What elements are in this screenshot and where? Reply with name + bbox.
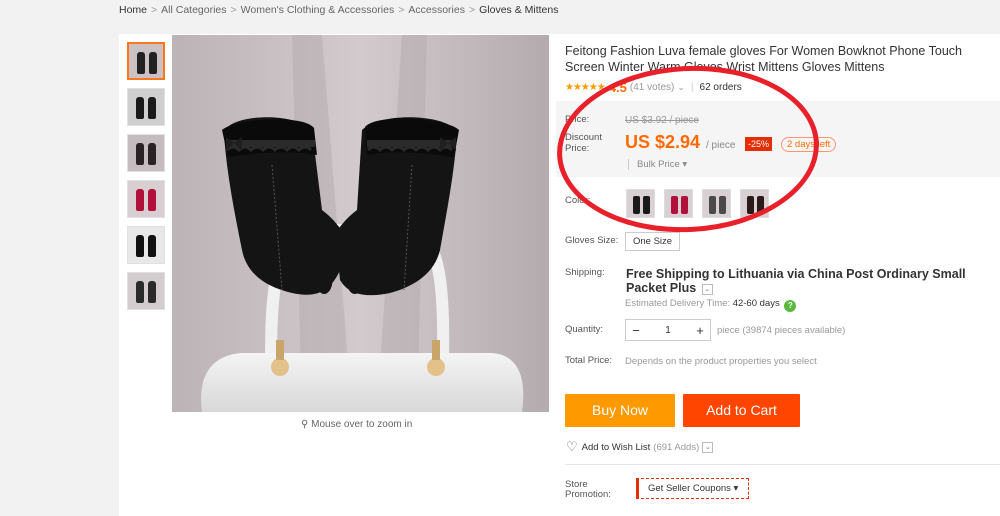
discount-price: US $2.94	[625, 132, 701, 152]
thumbnail-6[interactable]	[127, 272, 165, 310]
color-swatch-glove	[747, 196, 754, 214]
thumbnail-glove	[136, 189, 144, 211]
chevron-down-icon[interactable]: ⌄	[701, 284, 713, 295]
get-seller-coupons-button[interactable]: Get Seller Coupons ▾	[636, 478, 750, 499]
increase-quantity-button[interactable]: +	[690, 323, 710, 338]
available-pieces: piece (39874 pieces available)	[717, 325, 846, 336]
rating-row: ★★★★★ 4.5 (41 votes) ⌄ | 62 orders	[565, 80, 742, 95]
thumbnail-glove	[148, 143, 156, 165]
breadcrumb-all-categories[interactable]: All Categories	[161, 4, 226, 16]
add-to-wishlist-link[interactable]: Add to Wish List	[582, 442, 651, 453]
orders-count: 62 orders	[699, 82, 742, 93]
color-options	[626, 189, 769, 218]
estimated-delivery-label: Estimated Delivery Time:	[625, 298, 731, 309]
chevron-down-icon[interactable]: ⌄	[677, 82, 685, 93]
breadcrumb-accessories[interactable]: Accessories	[408, 4, 465, 16]
breadcrumb-separator: >	[398, 4, 405, 16]
thumbnail-glove	[137, 52, 145, 74]
discount-badge: -25%	[745, 137, 773, 151]
wishlist-adds-count: (691 Adds)	[653, 441, 700, 453]
color-swatch-glove	[633, 196, 640, 214]
buy-now-button[interactable]: Buy Now	[565, 394, 675, 427]
votes-link[interactable]: (41 votes)	[630, 82, 674, 93]
thumbnail-4[interactable]	[127, 180, 165, 218]
breadcrumb-gloves-mittens[interactable]: Gloves & Mittens	[479, 4, 558, 16]
time-left-badge: 2 days left	[781, 137, 837, 152]
thumbnail-glove	[148, 97, 156, 119]
zoom-hint: ⚲ Mouse over to zoom in	[301, 419, 412, 430]
zoom-hint-text: Mouse over to zoom in	[311, 419, 413, 430]
quantity-stepper: − 1 +	[625, 319, 711, 341]
search-icon: ⚲	[301, 419, 309, 430]
price-unit: / piece	[706, 140, 736, 151]
thumbnail-glove	[136, 235, 144, 257]
color-option-red[interactable]	[664, 189, 693, 218]
thumbnail-glove	[149, 52, 157, 74]
color-option-coffee[interactable]	[740, 189, 769, 218]
main-product-image[interactable]	[172, 35, 549, 412]
size-option-one-size[interactable]: One Size	[625, 232, 681, 251]
discount-price-label-line2: Price:	[565, 143, 590, 154]
divider: |	[690, 82, 694, 93]
breadcrumb-separator: >	[151, 4, 158, 16]
thumbnail-glove	[136, 97, 144, 119]
color-swatch-glove	[757, 196, 764, 214]
shipping-method: Free Shipping to Lithuania via China Pos…	[626, 267, 1000, 295]
color-option-black[interactable]	[626, 189, 655, 218]
bulk-price-dropdown[interactable]: Bulk Price ▾	[628, 159, 687, 170]
store-promotion-label-line2: Promotion:	[565, 489, 611, 500]
thumbnail-1[interactable]	[127, 42, 165, 80]
shipping-method-text: Free Shipping to Lithuania via China Pos…	[626, 267, 966, 295]
discount-price-label-line1: Discount	[565, 132, 602, 143]
gloves-illustration	[172, 35, 549, 412]
thumbnail-glove	[148, 281, 156, 303]
thumbnail-glove	[148, 189, 156, 211]
decrease-quantity-button[interactable]: −	[626, 323, 646, 338]
price-box	[556, 101, 1000, 177]
color-swatch-glove	[719, 196, 726, 214]
thumbnail-5[interactable]	[127, 226, 165, 264]
rating-value: 4.5	[608, 80, 627, 95]
breadcrumb-separator: >	[230, 4, 237, 16]
color-label: Color:	[565, 195, 591, 206]
product-title: Feitong Fashion Luva female gloves For W…	[565, 44, 962, 74]
shipping-label: Shipping:	[565, 267, 605, 278]
original-price: US $3.92 / piece	[625, 115, 699, 126]
thumbnail-list	[127, 42, 165, 318]
help-icon[interactable]: ?	[784, 300, 797, 312]
add-to-cart-button[interactable]: Add to Cart	[683, 394, 800, 427]
breadcrumb: Home > All Categories > Women's Clothing & A…	[119, 4, 558, 16]
estimated-delivery: Estimated Delivery Time: 42-60 days ?	[625, 298, 797, 312]
breadcrumb-womens-clothing[interactable]: Women's Clothing & Accessories	[241, 4, 395, 16]
heart-icon[interactable]: ♡	[566, 439, 578, 455]
wishlist-row: ♡ Add to Wish List (691 Adds) ⌄	[566, 439, 714, 455]
color-swatch-glove	[643, 196, 650, 214]
thumbnail-glove	[148, 235, 156, 257]
breadcrumb-separator: >	[468, 4, 476, 16]
breadcrumb-home[interactable]: Home	[119, 4, 147, 16]
color-swatch-glove	[681, 196, 688, 214]
chevron-down-icon[interactable]: ⌄	[702, 441, 714, 453]
quantity-input[interactable]: 1	[646, 325, 690, 336]
thumbnail-glove	[136, 143, 144, 165]
color-swatch-glove	[671, 196, 678, 214]
thumbnail-glove	[136, 281, 144, 303]
total-price-description: Depends on the product properties you se…	[625, 356, 817, 367]
estimated-delivery-value: 42-60 days	[732, 298, 780, 309]
thumbnail-2[interactable]	[127, 88, 165, 126]
quantity-label: Quantity:	[565, 324, 604, 335]
size-label: Gloves Size:	[565, 235, 619, 246]
total-price-label: Total Price:	[565, 355, 612, 366]
divider	[565, 464, 1000, 465]
price-label: Price:	[565, 114, 590, 125]
color-swatch-glove	[709, 196, 716, 214]
thumbnail-3[interactable]	[127, 134, 165, 172]
color-option-gray[interactable]	[702, 189, 731, 218]
star-rating-icon: ★★★★★	[565, 82, 606, 93]
